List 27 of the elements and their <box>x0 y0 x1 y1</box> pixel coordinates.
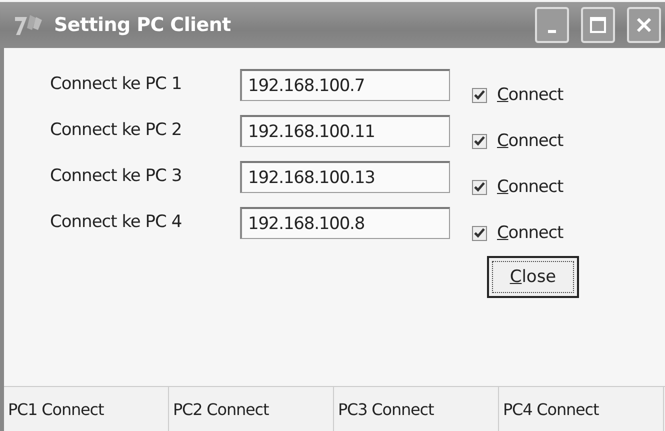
connect-checkbox[interactable]: Connect <box>472 177 564 197</box>
connect-checkbox[interactable]: Connect <box>472 85 564 105</box>
maximize-button[interactable] <box>581 7 615 43</box>
close-icon <box>635 16 653 34</box>
checkbox-icon[interactable] <box>472 180 487 194</box>
minimize-icon <box>548 30 556 32</box>
status-panel: PC4 Connect <box>499 387 664 431</box>
connection-label: Connect ke PC 2 <box>50 120 183 140</box>
window-title: Setting PC Client <box>54 14 232 36</box>
address-field[interactable]: 192.168.100.13 <box>240 161 450 193</box>
close-button[interactable] <box>627 7 661 43</box>
checkbox-icon[interactable] <box>472 226 487 240</box>
connect-checkbox[interactable]: Connect <box>472 131 564 151</box>
connection-label: Connect ke PC 4 <box>50 212 183 232</box>
status-panel: PC3 Connect <box>334 387 499 431</box>
checkbox-icon[interactable] <box>472 134 487 148</box>
status-panel: PC1 Connect <box>4 387 169 431</box>
connection-label: Connect ke PC 1 <box>50 74 183 94</box>
close-dialog-button[interactable]: Close <box>487 256 579 298</box>
status-panel: PC2 Connect <box>169 387 334 431</box>
connection-label: Connect ke PC 3 <box>50 166 183 186</box>
connect-checkbox[interactable]: Connect <box>472 223 564 243</box>
address-field[interactable]: 192.168.100.11 <box>240 115 450 147</box>
address-field[interactable]: 192.168.100.8 <box>240 207 450 239</box>
maximize-icon <box>589 16 607 34</box>
address-field[interactable]: 192.168.100.7 <box>240 69 450 101</box>
checkbox-icon[interactable] <box>472 88 487 102</box>
